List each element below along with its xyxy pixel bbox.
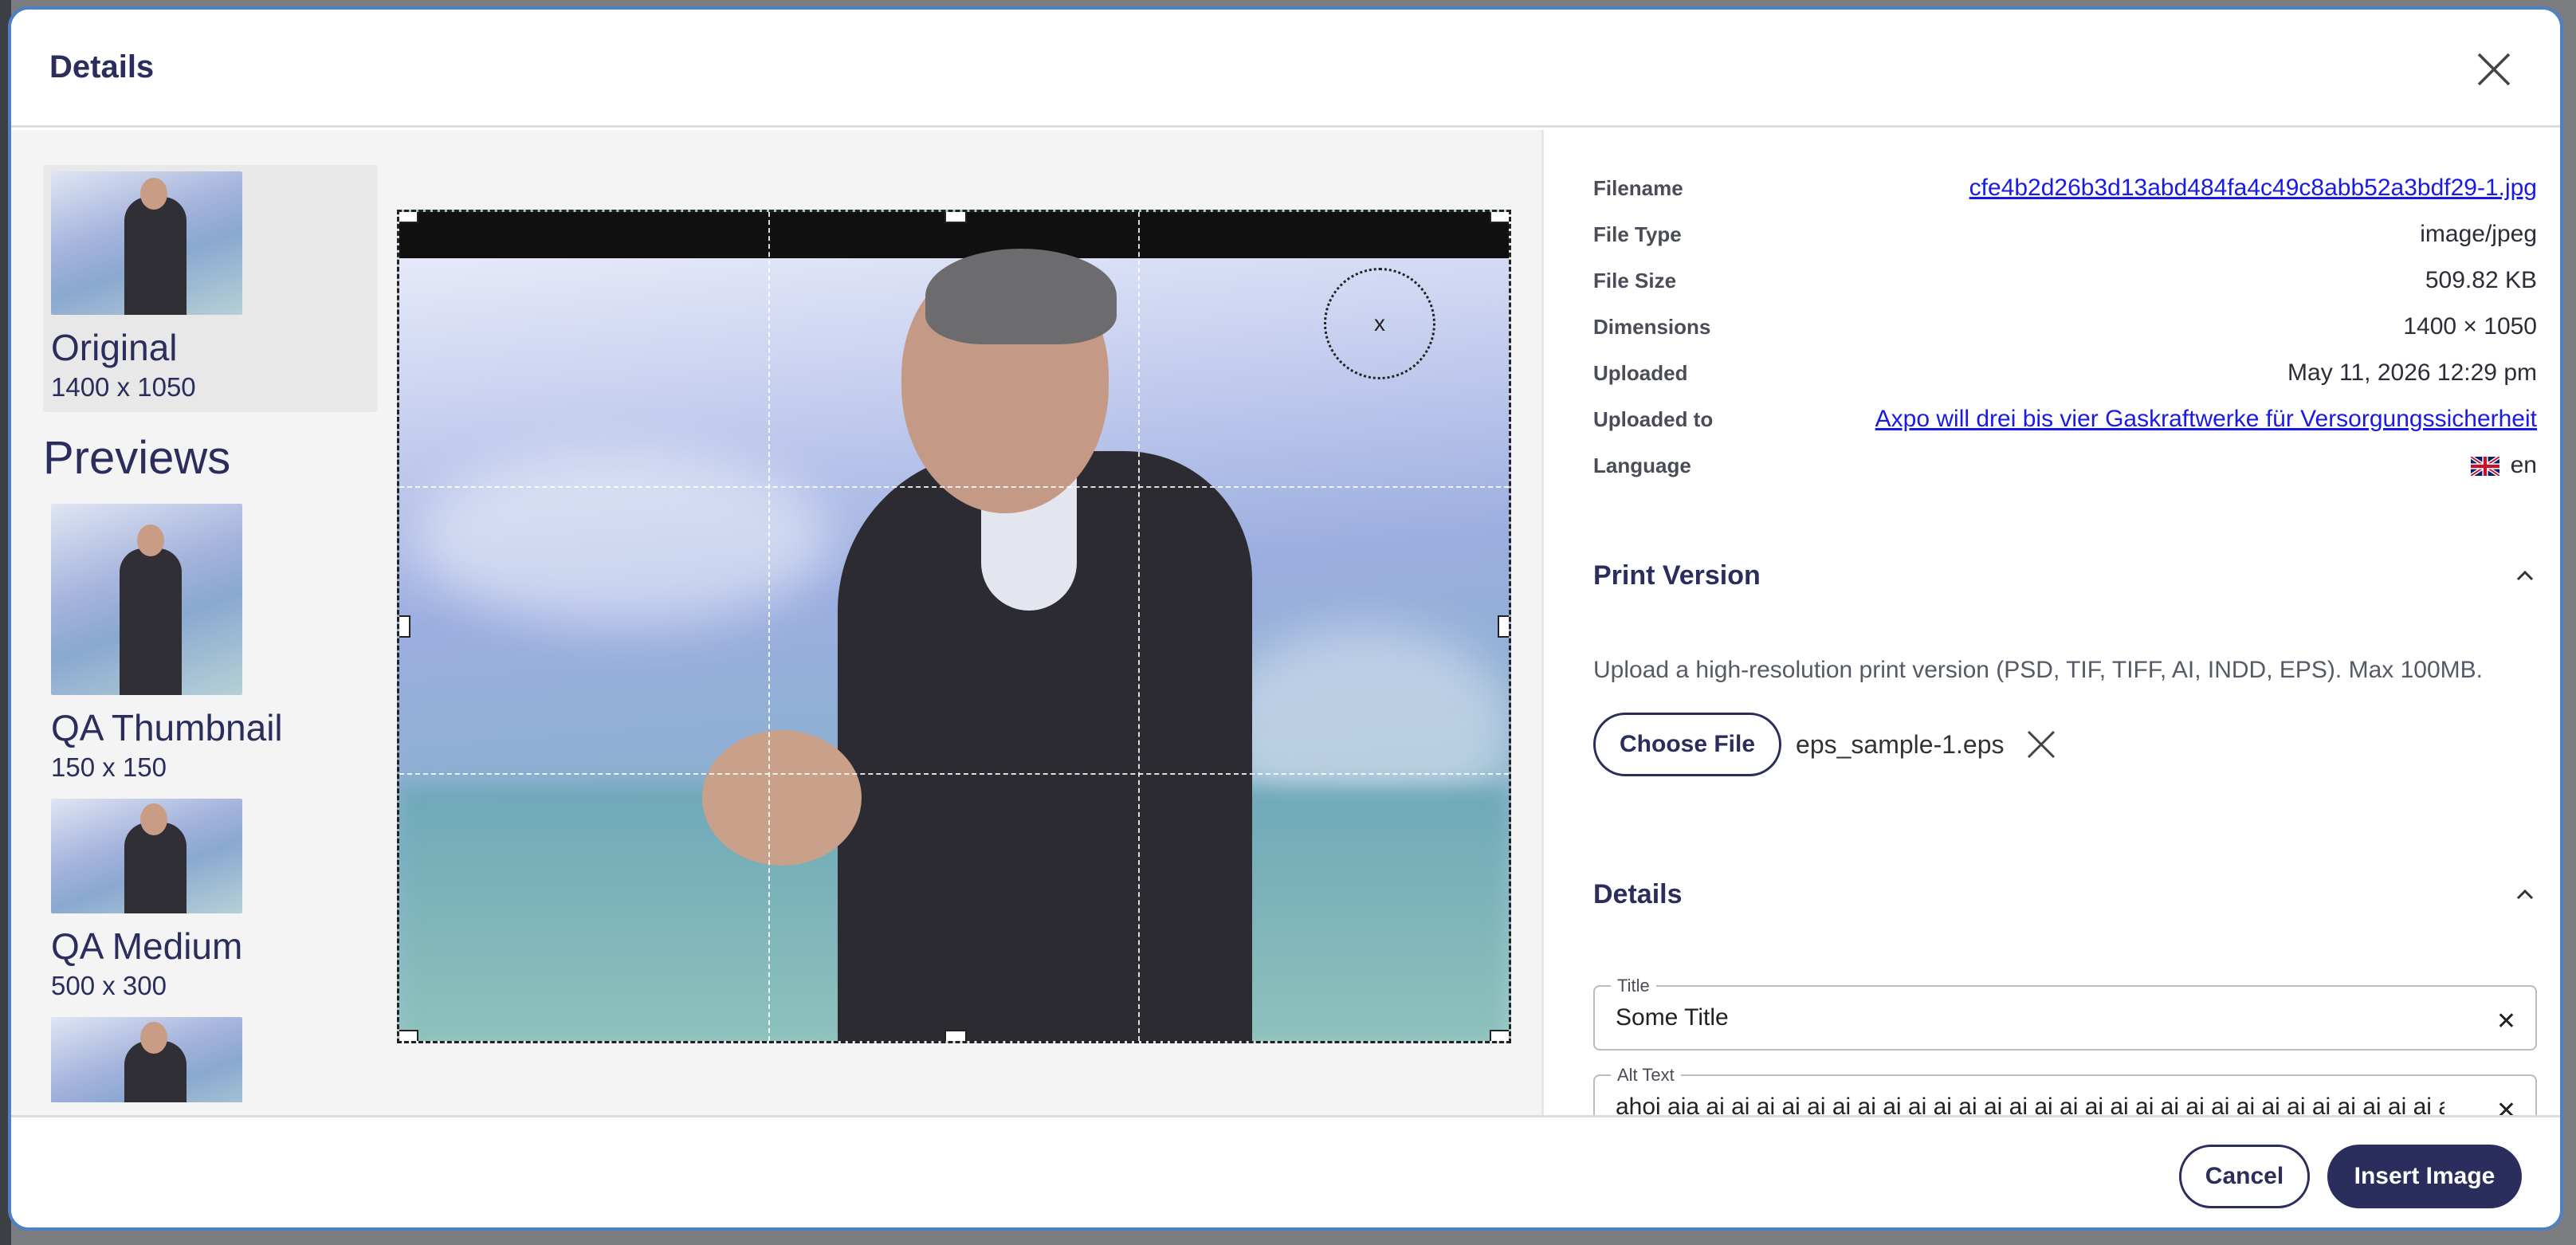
details-section: Details Title ✕ Alt Text ✕	[1593, 879, 2537, 1115]
variant-qa-thumbnail[interactable]: QA Thumbnail 150 x 150	[43, 497, 378, 792]
crop-handle-top[interactable]	[944, 212, 967, 223]
meta-value: May 11, 2026 12:29 pm	[2287, 359, 2537, 386]
focal-point-label: x	[1374, 311, 1385, 336]
details-panel: Filename cfe4b2d26b3d13abd484fa4c49c8abb…	[1541, 130, 2560, 1115]
crop-handle-bottom[interactable]	[944, 1030, 967, 1041]
variant-thumbnail	[51, 171, 242, 315]
alt-text-input[interactable]	[1616, 1094, 2444, 1115]
crop-handle-left[interactable]	[399, 615, 410, 638]
modal-title: Details	[49, 49, 155, 84]
print-version-description: Upload a high-resolution print version (…	[1593, 657, 2483, 683]
meta-value: 509.82 KB	[2425, 267, 2537, 293]
meta-label: File Type	[1593, 222, 1682, 246]
crop-handle-right[interactable]	[1498, 615, 1509, 638]
filename-link[interactable]: cfe4b2d26b3d13abd484fa4c49c8abb52a3bdf29…	[1969, 175, 2537, 201]
title-input[interactable]	[1616, 1004, 2444, 1031]
crop-handle-top-right[interactable]	[1490, 212, 1509, 223]
variant-thumbnail	[51, 799, 242, 913]
meta-value: 1400 × 1050	[2403, 313, 2537, 340]
file-metadata: Filename cfe4b2d26b3d13abd484fa4c49c8abb…	[1593, 165, 2537, 489]
previews-heading: Previews	[43, 432, 231, 484]
close-icon[interactable]	[2474, 49, 2514, 89]
meta-label: File Size	[1593, 268, 1677, 293]
focal-point-handle[interactable]: x	[1324, 268, 1435, 379]
section-title: Print Version	[1593, 560, 1761, 591]
variant-size: 150 x 150	[51, 752, 167, 782]
uploaded-file-name: eps_sample-1.eps	[1796, 729, 2005, 759]
chevron-up-icon[interactable]	[2513, 564, 2537, 588]
variant-thumbnail	[51, 1017, 242, 1102]
section-title: Details	[1593, 879, 1683, 909]
print-version-header[interactable]: Print Version	[1593, 560, 2537, 591]
meta-row-dimensions: Dimensions 1400 × 1050	[1593, 304, 2537, 350]
title-field[interactable]: Title ✕	[1593, 976, 2537, 1051]
file-upload-row: Choose File eps_sample-1.eps	[1593, 713, 2537, 776]
image-editor-pane: Original 1400 x 1050 Previews QA Thumbna…	[11, 130, 1541, 1115]
clear-icon[interactable]: ✕	[2496, 1007, 2516, 1035]
details-header[interactable]: Details	[1593, 879, 2537, 910]
meta-label: Uploaded	[1593, 360, 1688, 385]
meta-row-filesize: File Size 509.82 KB	[1593, 257, 2537, 304]
variant-name: QA Medium	[51, 925, 243, 967]
variant-original[interactable]: Original 1400 x 1050	[43, 165, 378, 412]
remove-file-icon[interactable]	[2025, 729, 2057, 760]
language-code: en	[2510, 452, 2537, 478]
variant-qa-medium[interactable]: QA Medium 500 x 300	[43, 792, 378, 1011]
variant-size: 500 x 300	[51, 971, 167, 1000]
insert-image-button[interactable]: Insert Image	[2327, 1145, 2522, 1208]
crop-grid-line	[399, 773, 1509, 775]
alt-text-field[interactable]: Alt Text ✕	[1593, 1065, 2537, 1115]
cancel-button[interactable]: Cancel	[2179, 1145, 2310, 1208]
field-label: Title	[1611, 976, 1656, 996]
crop-grid-line	[1138, 212, 1140, 1041]
variant-size: 1400 x 1050	[51, 372, 196, 402]
crop-handle-top-left[interactable]	[399, 212, 418, 223]
crop-handle-bottom-right[interactable]	[1490, 1030, 1509, 1041]
meta-label: Language	[1593, 453, 1691, 477]
uploaded-to-link[interactable]: Axpo will drei bis vier Gaskraftwerke fü…	[1875, 406, 2537, 432]
field-label: Alt Text	[1611, 1065, 1681, 1086]
variant-list[interactable]: Original 1400 x 1050 Previews QA Thumbna…	[43, 165, 378, 1102]
chevron-up-icon[interactable]	[2513, 883, 2537, 907]
clear-icon[interactable]: ✕	[2496, 1097, 2516, 1115]
crop-grid-line	[768, 212, 770, 1041]
meta-row-uploaded: Uploaded May 11, 2026 12:29 pm	[1593, 350, 2537, 396]
meta-row-language: Language en	[1593, 442, 2537, 489]
meta-row-uploaded-to: Uploaded to Axpo will drei bis vier Gask…	[1593, 396, 2537, 442]
meta-label: Uploaded to	[1593, 406, 1714, 431]
meta-row-filetype: File Type image/jpeg	[1593, 211, 2537, 257]
meta-value: image/jpeg	[2420, 221, 2537, 247]
meta-label: Filename	[1593, 175, 1683, 200]
uk-flag-icon	[2470, 457, 2499, 477]
crop-canvas[interactable]: x	[397, 210, 1511, 1043]
modal-footer: Cancel Insert Image	[11, 1115, 2560, 1227]
variant-name: Original	[51, 327, 178, 368]
variant-thumbnail	[51, 504, 242, 695]
print-version-section: Print Version Upload a high-resolution p…	[1593, 560, 2537, 776]
details-modal: Details Original 1400 x 1050 Previews QA…	[8, 6, 2563, 1231]
modal-header: Details	[11, 10, 2560, 128]
crop-handle-bottom-left[interactable]	[399, 1030, 418, 1041]
crop-grid-line	[399, 486, 1509, 488]
variant-next[interactable]	[43, 1011, 378, 1102]
meta-label: Dimensions	[1593, 314, 1711, 339]
variant-name: QA Thumbnail	[51, 707, 283, 748]
choose-file-button[interactable]: Choose File	[1593, 713, 1782, 776]
meta-row-filename: Filename cfe4b2d26b3d13abd484fa4c49c8abb…	[1593, 165, 2537, 211]
